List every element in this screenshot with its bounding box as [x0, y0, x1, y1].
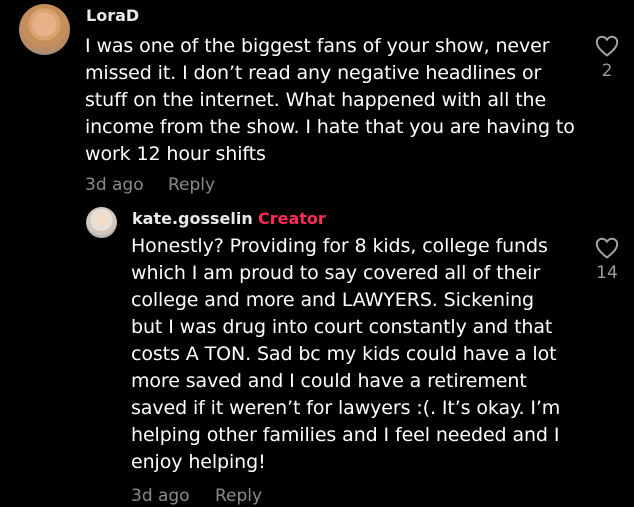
- comment-line: missed it. I don’t read any negative hea…: [85, 62, 542, 84]
- reply-line: costs A TON. Sad bc my kids could have a…: [131, 343, 557, 365]
- reply-line: but I was drug into court constantly and…: [131, 316, 553, 338]
- heart-outline-icon: [595, 35, 619, 57]
- reply-line: more saved and I could have a retirement: [131, 370, 527, 392]
- comment-line: work 12 hour shifts: [85, 143, 266, 165]
- reply-line: Honestly? Providing for 8 kids, college …: [131, 235, 548, 257]
- avatar-kate-gosselin[interactable]: [86, 207, 117, 238]
- reply-username[interactable]: kate.gosselin: [132, 209, 253, 228]
- like-count: 2: [601, 61, 613, 81]
- comment-line: income from the show. I hate that you ar…: [85, 116, 575, 138]
- like-button[interactable]: 14: [592, 237, 622, 283]
- avatar-lorad[interactable]: [19, 4, 70, 55]
- heart-outline-icon: [595, 237, 619, 259]
- creator-badge: Creator: [258, 209, 326, 228]
- comments-view: LoraD I was one of the biggest fans of y…: [0, 0, 634, 507]
- like-button[interactable]: 2: [592, 35, 622, 81]
- comment-username[interactable]: LoraD: [86, 6, 139, 25]
- reply-date: 3d ago: [131, 486, 190, 506]
- reply-text: Honestly? Providing for 8 kids, college …: [131, 233, 560, 476]
- reply-button[interactable]: Reply: [168, 175, 215, 195]
- reply-line: which I am proud to say covered all of t…: [131, 262, 541, 284]
- comment-line: I was one of the biggest fans of your sh…: [85, 35, 550, 57]
- reply-line: helping other families and I feel needed…: [131, 424, 560, 446]
- reply-button[interactable]: Reply: [215, 486, 262, 506]
- reply-line: saved if it weren’t for lawyers :(. It’s…: [131, 397, 561, 419]
- like-count: 14: [596, 263, 618, 283]
- reply-line: enjoy helping!: [131, 451, 266, 473]
- comment-text: I was one of the biggest fans of your sh…: [85, 33, 575, 168]
- comment-line: stuff on the internet. What happened wit…: [85, 89, 547, 111]
- comment-date: 3d ago: [85, 175, 144, 195]
- username-separator: ·: [243, 209, 249, 228]
- reply-line: college and more and LAWYERS. Sickening: [131, 289, 534, 311]
